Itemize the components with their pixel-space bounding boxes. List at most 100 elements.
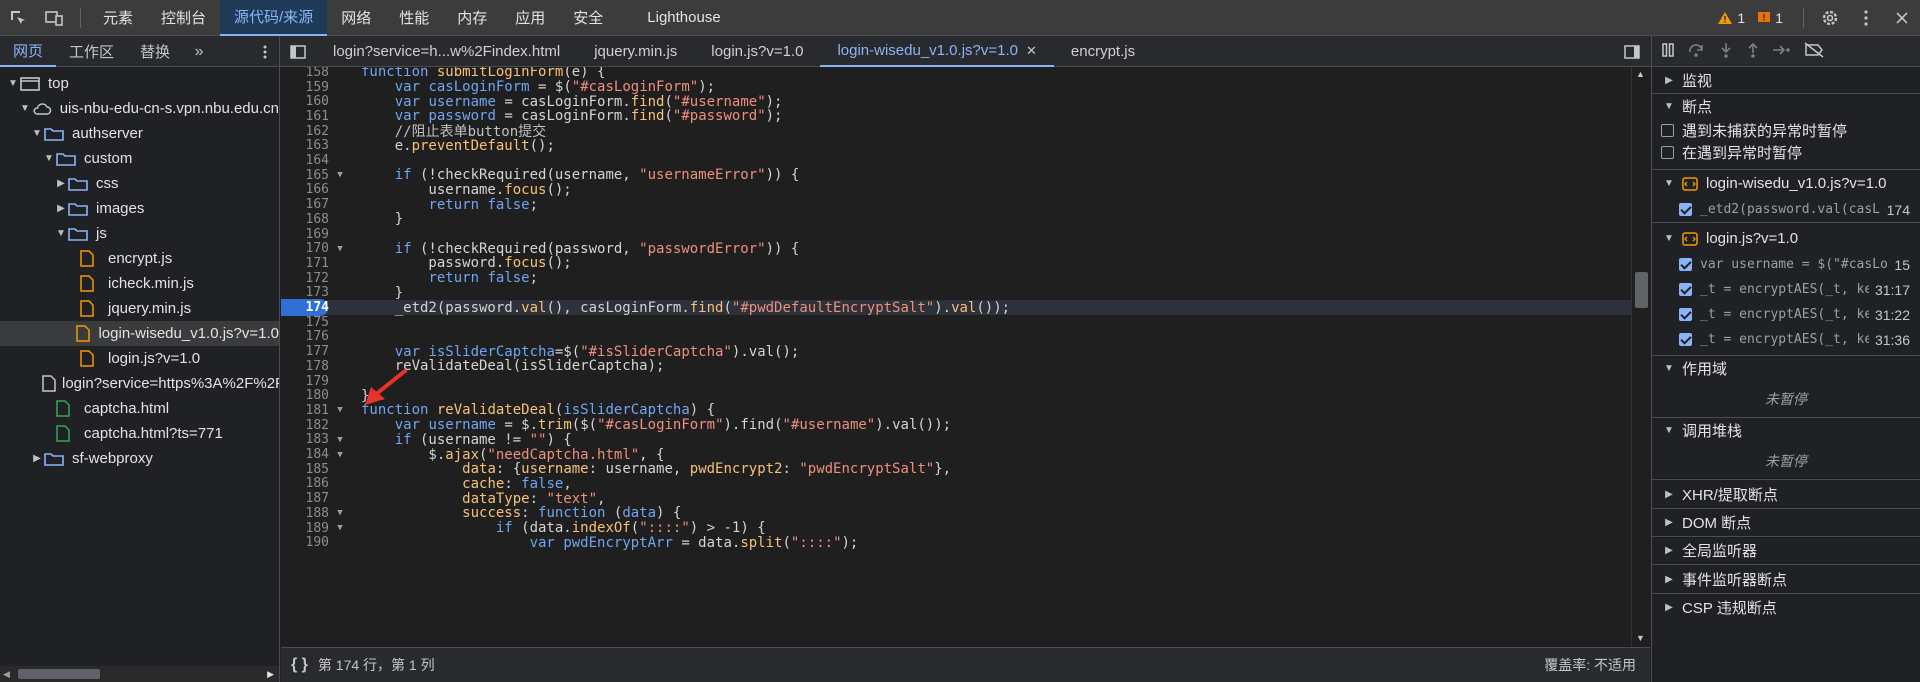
breakpoint-checkbox[interactable]: [1679, 333, 1692, 346]
line-number[interactable]: 162: [281, 124, 329, 139]
tree-item[interactable]: ▶ sf-webproxy: [0, 446, 279, 471]
editor-vertical-scrollbar[interactable]: ▲ ▼: [1631, 67, 1650, 647]
step-over-icon[interactable]: [1687, 42, 1707, 61]
file-tab[interactable]: login?service=h...w%2Findex.html: [316, 36, 577, 67]
fold-toggle-icon[interactable]: ▼: [329, 170, 351, 180]
issues-badge[interactable]: 1: [1757, 10, 1783, 26]
global-listeners-header[interactable]: ▶ 全局监听器: [1652, 537, 1920, 564]
file-tab[interactable]: jquery.min.js: [577, 36, 694, 67]
breakpoint-item[interactable]: _t = encryptAES(_t, key) 31:22: [1652, 302, 1920, 327]
collapsed-triangle-icon[interactable]: ▶: [54, 203, 68, 214]
line-number[interactable]: 188: [281, 506, 329, 521]
tree-item[interactable]: ▼ uis-nbu-edu-cn-s.vpn.nbu.edu.cn: [0, 96, 279, 121]
step-into-icon[interactable]: [1718, 42, 1734, 61]
tree-item[interactable]: ▼ authserver: [0, 121, 279, 146]
pause-resume-icon[interactable]: [1660, 42, 1676, 61]
line-number[interactable]: 183: [281, 432, 329, 447]
line-number[interactable]: 182: [281, 418, 329, 433]
navigator-tab[interactable]: 网页: [0, 36, 57, 67]
close-devtools-icon[interactable]: [1884, 0, 1920, 36]
line-number[interactable]: 164: [281, 153, 329, 168]
line-number[interactable]: 170: [281, 241, 329, 256]
panel-tab[interactable]: 应用: [501, 0, 559, 36]
line-number[interactable]: 158: [281, 67, 329, 80]
warnings-badge[interactable]: 1: [1717, 10, 1745, 26]
dom-breakpoints-header[interactable]: ▶ DOM 断点: [1652, 509, 1920, 536]
event-listener-breakpoints-header[interactable]: ▶ 事件监听器断点: [1652, 565, 1920, 593]
xhr-breakpoints-header[interactable]: ▶ XHR/提取断点: [1652, 480, 1920, 508]
breakpoint-item[interactable]: _t = encryptAES(_t, key) 31:36: [1652, 327, 1920, 352]
expanded-triangle-icon[interactable]: ▼: [54, 228, 68, 239]
line-number[interactable]: 160: [281, 94, 329, 109]
navigator-horizontal-scrollbar[interactable]: ◀ ▶: [0, 666, 279, 682]
fold-toggle-icon[interactable]: ▼: [329, 508, 351, 518]
line-number[interactable]: 175: [281, 315, 329, 330]
pause-caught-checkbox[interactable]: [1661, 146, 1674, 159]
deactivate-breakpoints-icon[interactable]: [1803, 42, 1825, 61]
line-number[interactable]: 184: [281, 447, 329, 462]
tree-item[interactable]: ▶ css: [0, 171, 279, 196]
line-number[interactable]: 165: [281, 168, 329, 183]
editor-scroll-thumb[interactable]: [1635, 272, 1648, 308]
scrollbar-thumb[interactable]: [18, 669, 100, 679]
line-number[interactable]: 177: [281, 344, 329, 359]
collapsed-triangle-icon[interactable]: ▶: [30, 453, 44, 464]
breakpoint-file-group[interactable]: ▼ login.js?v=1.0: [1652, 225, 1920, 252]
pretty-print-icon[interactable]: { }: [291, 656, 308, 674]
file-tab[interactable]: encrypt.js: [1054, 36, 1152, 67]
toggle-debugger-sidebar-icon[interactable]: [1614, 44, 1650, 59]
scroll-up-icon[interactable]: ▲: [1636, 69, 1645, 79]
breakpoint-file-group[interactable]: ▼ login-wisedu_v1.0.js?v=1.0: [1652, 170, 1920, 197]
tree-item[interactable]: ▶ images: [0, 196, 279, 221]
breakpoint-checkbox[interactable]: [1679, 258, 1692, 271]
fold-toggle-icon[interactable]: ▼: [329, 435, 351, 445]
line-number[interactable]: 186: [281, 476, 329, 491]
panel-tab[interactable]: 内存: [443, 0, 501, 36]
collapsed-triangle-icon[interactable]: ▶: [54, 178, 68, 189]
line-number[interactable]: 174: [281, 300, 329, 315]
panel-tab[interactable]: 网络: [327, 0, 385, 36]
breakpoint-checkbox[interactable]: [1679, 203, 1692, 216]
tree-item[interactable]: ▼ js: [0, 221, 279, 246]
settings-gear-icon[interactable]: [1812, 0, 1848, 36]
panel-tab[interactable]: 源代码/来源: [220, 0, 328, 36]
scope-section-header[interactable]: ▼ 作用域: [1652, 355, 1920, 381]
line-number[interactable]: 167: [281, 197, 329, 212]
panel-tab[interactable]: 安全: [559, 0, 617, 36]
line-number[interactable]: 172: [281, 271, 329, 286]
breakpoint-item[interactable]: _etd2(password.val(casLoginForm... 174: [1652, 197, 1920, 222]
callstack-section-header[interactable]: ▼ 调用堆栈: [1652, 417, 1920, 443]
tree-item[interactable]: captcha.html: [0, 396, 279, 421]
breakpoints-section-header[interactable]: ▼ 断点: [1652, 93, 1920, 119]
pause-uncaught-checkbox[interactable]: [1661, 123, 1674, 137]
breakpoint-checkbox[interactable]: [1679, 283, 1692, 296]
csp-breakpoints-header[interactable]: ▶ CSP 违规断点: [1652, 594, 1920, 621]
navigator-menu-icon[interactable]: [251, 45, 279, 59]
scroll-down-icon[interactable]: ▼: [1636, 633, 1645, 643]
line-number[interactable]: 161: [281, 109, 329, 124]
tree-item[interactable]: login-wisedu_v1.0.js?v=1.0: [0, 321, 279, 346]
fold-toggle-icon[interactable]: ▼: [329, 405, 351, 415]
file-tab[interactable]: login.js?v=1.0: [694, 36, 820, 67]
line-number[interactable]: 168: [281, 212, 329, 227]
tree-item[interactable]: login.js?v=1.0: [0, 346, 279, 371]
tree-item[interactable]: captcha.html?ts=771: [0, 421, 279, 446]
line-number[interactable]: 178: [281, 359, 329, 374]
tree-item[interactable]: ▼ top: [0, 71, 279, 96]
scroll-left-icon[interactable]: ◀: [3, 669, 10, 680]
fold-toggle-icon[interactable]: ▼: [329, 523, 351, 533]
line-number[interactable]: 171: [281, 256, 329, 271]
line-number[interactable]: 173: [281, 285, 329, 300]
close-tab-icon[interactable]: ✕: [1026, 43, 1037, 59]
file-tab[interactable]: login-wisedu_v1.0.js?v=1.0 ✕: [820, 36, 1054, 67]
scroll-right-icon[interactable]: ▶: [267, 669, 274, 680]
line-number[interactable]: 180: [281, 388, 329, 403]
breakpoint-item[interactable]: var username = $("#casLoginForm") 15: [1652, 252, 1920, 277]
toggle-navigator-icon[interactable]: [280, 44, 316, 59]
line-number[interactable]: 166: [281, 182, 329, 197]
tree-item[interactable]: icheck.min.js: [0, 271, 279, 296]
more-options-icon[interactable]: [1848, 0, 1884, 36]
fold-toggle-icon[interactable]: ▼: [329, 244, 351, 254]
tree-item[interactable]: login?service=https%3A%2F%2F: [0, 371, 279, 396]
breakpoint-checkbox[interactable]: [1679, 308, 1692, 321]
